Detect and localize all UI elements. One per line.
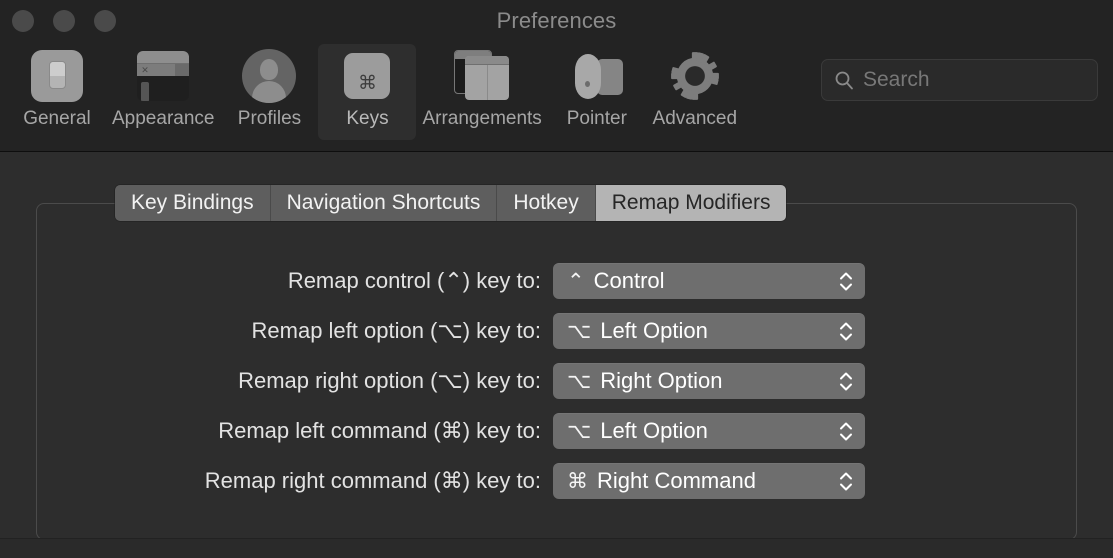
tab-bar: Key Bindings Navigation Shortcuts Hotkey… xyxy=(115,185,787,221)
pointer-mouse-icon xyxy=(568,47,626,105)
toolbar-item-label: Advanced xyxy=(652,108,738,129)
chevron-updown-icon[interactable] xyxy=(839,413,853,449)
search-field[interactable] xyxy=(821,59,1113,101)
window-title: Preferences xyxy=(496,8,617,33)
remap-left-option-value: Left Option xyxy=(600,318,708,343)
option-symbol-icon: ⌥ xyxy=(567,319,592,343)
toolbar-item-label: Arrangements xyxy=(422,108,542,129)
general-toggle-icon xyxy=(28,47,86,105)
toolbar-item-label: Keys xyxy=(346,108,389,129)
toolbar-item-pointer[interactable]: Pointer xyxy=(548,44,646,136)
toolbar-item-general[interactable]: General xyxy=(8,44,106,136)
remap-left-option-popup[interactable]: ⌥ Left Option xyxy=(553,313,865,349)
arrangements-windows-icon xyxy=(453,47,511,105)
remap-right-command-popup[interactable]: ⌘ Right Command xyxy=(553,463,865,499)
remap-control-label: Remap control (⌃) key to: xyxy=(287,268,541,293)
remap-row-right-option: Remap right option (⌥) key to: ⌥ Right O… xyxy=(0,356,1113,406)
remap-right-command-value: Right Command xyxy=(597,468,756,493)
remap-row-control: Remap control (⌃) key to: ⌃ Control xyxy=(0,256,1113,306)
remap-row-right-command: Remap right command (⌘) key to: ⌘ Right … xyxy=(0,456,1113,506)
remap-right-command-label: Remap right command (⌘) key to: xyxy=(204,468,541,493)
remap-left-command-popup[interactable]: ⌥ Left Option xyxy=(553,413,865,449)
profiles-person-icon xyxy=(240,47,298,105)
chevron-updown-icon[interactable] xyxy=(839,263,853,299)
remap-right-option-value: Right Option xyxy=(600,368,723,393)
toolbar-item-label: Pointer xyxy=(566,108,627,129)
chevron-updown-icon[interactable] xyxy=(839,313,853,349)
search-input[interactable] xyxy=(854,67,1113,93)
tab-hotkey[interactable]: Hotkey xyxy=(497,185,596,221)
option-symbol-icon: ⌥ xyxy=(567,419,592,443)
search-icon xyxy=(834,70,854,90)
tab-navigation-shortcuts[interactable]: Navigation Shortcuts xyxy=(270,185,498,221)
remap-control-value: Control xyxy=(593,268,665,293)
chevron-updown-icon[interactable] xyxy=(839,363,853,399)
chevron-updown-icon[interactable] xyxy=(839,463,853,499)
remap-left-command-label: Remap left command (⌘) key to: xyxy=(218,418,541,443)
advanced-gear-icon xyxy=(666,47,724,105)
remap-row-left-command: Remap left command (⌘) key to: ⌥ Left Op… xyxy=(0,406,1113,456)
toolbar-item-keys[interactable]: ⌘ Keys xyxy=(318,44,417,140)
remap-left-option-label: Remap left option (⌥) key to: xyxy=(251,318,541,343)
remap-row-left-option: Remap left option (⌥) key to: ⌥ Left Opt… xyxy=(0,306,1113,356)
remap-right-option-label: Remap right option (⌥) key to: xyxy=(238,368,541,393)
remap-right-option-popup[interactable]: ⌥ Right Option xyxy=(553,363,865,399)
toolbar-item-profiles[interactable]: Profiles xyxy=(220,44,318,136)
toolbar-item-label: General xyxy=(23,108,91,129)
titlebar-toolbar: Preferences General ✕ Appearance Profile… xyxy=(0,0,1113,152)
keys-keycap-icon: ⌘ xyxy=(338,47,396,105)
toolbar-item-arrangements[interactable]: Arrangements xyxy=(416,44,547,136)
appearance-window-icon: ✕ xyxy=(134,47,192,105)
command-symbol-icon: ⌘ xyxy=(567,469,588,493)
remap-control-popup[interactable]: ⌃ Control xyxy=(553,263,865,299)
toolbar-item-label: Appearance xyxy=(112,108,215,129)
preferences-content: Key Bindings Navigation Shortcuts Hotkey… xyxy=(0,153,1113,540)
toolbar-item-list: General ✕ Appearance Profiles ⌘ Keys Arr… xyxy=(8,44,744,140)
preferences-window: Preferences General ✕ Appearance Profile… xyxy=(0,0,1113,558)
toolbar-item-appearance[interactable]: ✕ Appearance xyxy=(106,44,220,136)
toolbar-item-label: Profiles xyxy=(237,108,302,129)
window-bottom-strip xyxy=(0,538,1113,558)
toolbar-item-advanced[interactable]: Advanced xyxy=(646,44,744,136)
control-symbol-icon: ⌃ xyxy=(567,269,585,293)
tab-key-bindings[interactable]: Key Bindings xyxy=(115,185,271,221)
remap-modifiers-form: Remap control (⌃) key to: ⌃ Control Rema… xyxy=(0,256,1113,506)
option-symbol-icon: ⌥ xyxy=(567,369,592,393)
remap-left-command-value: Left Option xyxy=(600,418,708,443)
tab-remap-modifiers[interactable]: Remap Modifiers xyxy=(595,185,787,221)
